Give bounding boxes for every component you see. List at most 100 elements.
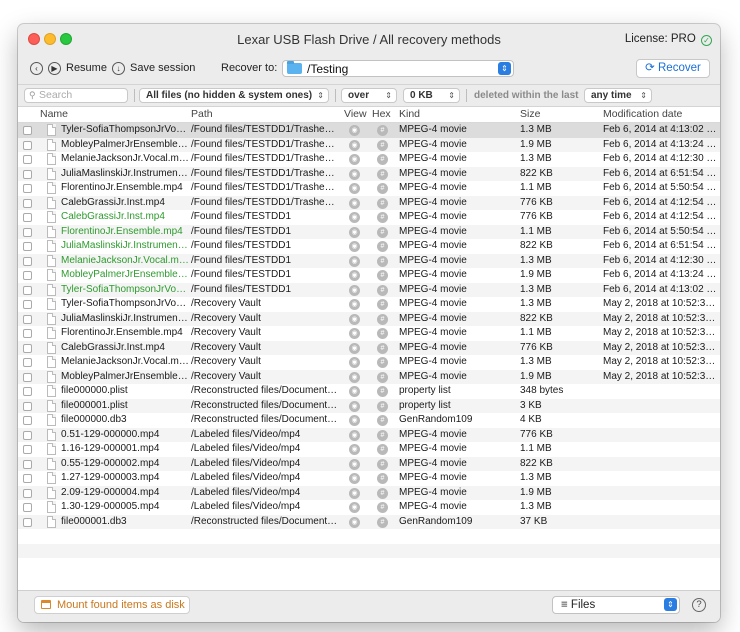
eye-icon[interactable]: ◉ [349,371,360,383]
column-header-path[interactable]: Path [191,108,213,120]
eye-icon[interactable]: ◉ [349,444,360,455]
row-checkbox[interactable] [23,140,32,150]
row-checkbox[interactable] [23,314,32,324]
table-row[interactable]: 0.51-129-000000.mp4/Labeled files/Video/… [18,427,720,442]
eye-icon[interactable]: ◉ [349,284,360,296]
play-icon[interactable]: ▶ [48,62,61,75]
eye-icon[interactable]: ◉ [349,125,360,136]
hex-icon[interactable]: # [377,255,388,267]
row-checkbox[interactable] [23,474,32,483]
hex-icon[interactable]: # [377,299,388,310]
table-row[interactable]: 1.27-129-000003.mp4/Labeled files/Video/… [18,471,720,486]
table-row[interactable]: FlorentinoJr.Ensemble.mp4/Recovery Vault… [18,326,720,341]
eye-icon[interactable]: ◉ [349,386,360,397]
table-row[interactable]: FlorentinoJr.Ensemble.mp4/Found files/TE… [18,181,720,196]
row-checkbox[interactable] [23,445,32,454]
hex-icon[interactable]: # [377,429,388,441]
search-input[interactable]: ⚲ Search [24,88,128,103]
column-header-name[interactable]: Name [40,108,68,120]
row-checkbox[interactable] [23,372,32,382]
time-range-select[interactable]: any time ⇕ [584,88,652,103]
size-value-select[interactable]: 0 KB ⇕ [403,88,460,103]
hex-icon[interactable]: # [377,458,388,470]
size-operator-select[interactable]: over ⇕ [341,88,397,103]
recover-button[interactable]: ⟳ Recover [636,59,710,78]
back-button[interactable]: ‹ [30,62,43,75]
hex-icon[interactable]: # [377,357,388,368]
eye-icon[interactable]: ◉ [349,299,360,310]
eye-icon[interactable]: ◉ [349,429,360,441]
row-checkbox[interactable] [23,401,32,411]
table-row[interactable]: file000001.db3/Reconstructed files/Docum… [18,514,720,529]
table-row[interactable]: JuliaMaslinskiJr.Instrumental.../Found f… [18,166,720,181]
row-checkbox[interactable] [23,227,32,237]
column-header-modification-date[interactable]: Modification date [603,108,682,120]
hex-icon[interactable]: # [377,212,388,223]
table-row[interactable]: 0.55-129-000002.mp4/Labeled files/Video/… [18,456,720,471]
row-checkbox[interactable] [23,213,32,222]
hex-icon[interactable]: # [377,487,388,499]
row-checkbox[interactable] [23,329,32,338]
hex-icon[interactable]: # [377,313,388,325]
table-row[interactable]: MobleyPalmerJrEnsemble.m.../Found files/… [18,268,720,283]
row-checkbox[interactable] [23,126,32,135]
hex-icon[interactable]: # [377,415,388,426]
row-checkbox[interactable] [23,285,32,295]
eye-icon[interactable]: ◉ [349,212,360,223]
eye-icon[interactable]: ◉ [349,516,360,528]
row-checkbox[interactable] [23,184,32,193]
eye-icon[interactable]: ◉ [349,183,360,194]
help-button[interactable]: ? [692,598,706,612]
recover-to-select[interactable]: /Testing ⇕ [282,60,514,77]
hex-icon[interactable]: # [377,371,388,383]
eye-icon[interactable]: ◉ [349,226,360,238]
eye-icon[interactable]: ◉ [349,313,360,325]
table-row[interactable]: MobleyPalmerJrEnsemble.m.../Recovery Vau… [18,369,720,384]
eye-icon[interactable]: ◉ [349,400,360,412]
hex-icon[interactable]: # [377,386,388,397]
file-type-filter-select[interactable]: All files (no hidden & system ones) ⇕ [139,88,329,103]
row-checkbox[interactable] [23,488,32,498]
table-row[interactable]: 1.16-129-000001.mp4/Labeled files/Video/… [18,442,720,457]
row-checkbox[interactable] [23,343,32,353]
row-checkbox[interactable] [23,198,32,208]
eye-icon[interactable]: ◉ [349,197,360,209]
view-mode-select[interactable]: ≡ Files ⇕ [552,596,680,614]
table-row[interactable]: JuliaMaslinskiJr.Instrumental.../Recover… [18,311,720,326]
hex-icon[interactable]: # [377,125,388,136]
table-row[interactable]: file000001.plist/Reconstructed files/Doc… [18,398,720,413]
hex-icon[interactable]: # [377,328,388,339]
table-row[interactable]: Tyler-SofiaThompsonJrVocal.../Found file… [18,123,720,138]
eye-icon[interactable]: ◉ [349,502,360,513]
row-checkbox[interactable] [23,430,32,440]
hex-icon[interactable]: # [377,444,388,455]
table-row[interactable]: MelanieJacksonJr.Vocal.mp4/Recovery Vaul… [18,355,720,370]
table-row[interactable]: 2.09-129-000004.mp4/Labeled files/Video/… [18,485,720,500]
row-checkbox[interactable] [23,155,32,164]
row-checkbox[interactable] [23,387,32,396]
hex-icon[interactable]: # [377,197,388,209]
eye-icon[interactable]: ◉ [349,270,360,281]
eye-icon[interactable]: ◉ [349,487,360,499]
hex-icon[interactable]: # [377,168,388,180]
hex-icon[interactable]: # [377,502,388,513]
row-checkbox[interactable] [23,300,32,309]
hex-icon[interactable]: # [377,226,388,238]
eye-icon[interactable]: ◉ [349,357,360,368]
mount-as-disk-button[interactable]: Mount found items as disk [34,596,190,614]
row-checkbox[interactable] [23,503,32,512]
column-header-kind[interactable]: Kind [399,108,420,120]
hex-icon[interactable]: # [377,241,388,252]
eye-icon[interactable]: ◉ [349,139,360,151]
eye-icon[interactable]: ◉ [349,154,360,165]
table-row[interactable]: CalebGrassiJr.Inst.mp4/Found files/TESTD… [18,210,720,225]
hex-icon[interactable]: # [377,139,388,151]
table-row[interactable]: CalebGrassiJr.Inst.mp4/Recovery Vault ◉ # M… [18,340,720,355]
eye-icon[interactable]: ◉ [349,241,360,252]
eye-icon[interactable]: ◉ [349,168,360,180]
table-row[interactable]: Tyler-SofiaThompsonJrVocal.../Found file… [18,282,720,297]
hex-icon[interactable]: # [377,342,388,354]
eye-icon[interactable]: ◉ [349,328,360,339]
download-icon[interactable]: ↓ [112,62,125,75]
hex-icon[interactable]: # [377,284,388,296]
